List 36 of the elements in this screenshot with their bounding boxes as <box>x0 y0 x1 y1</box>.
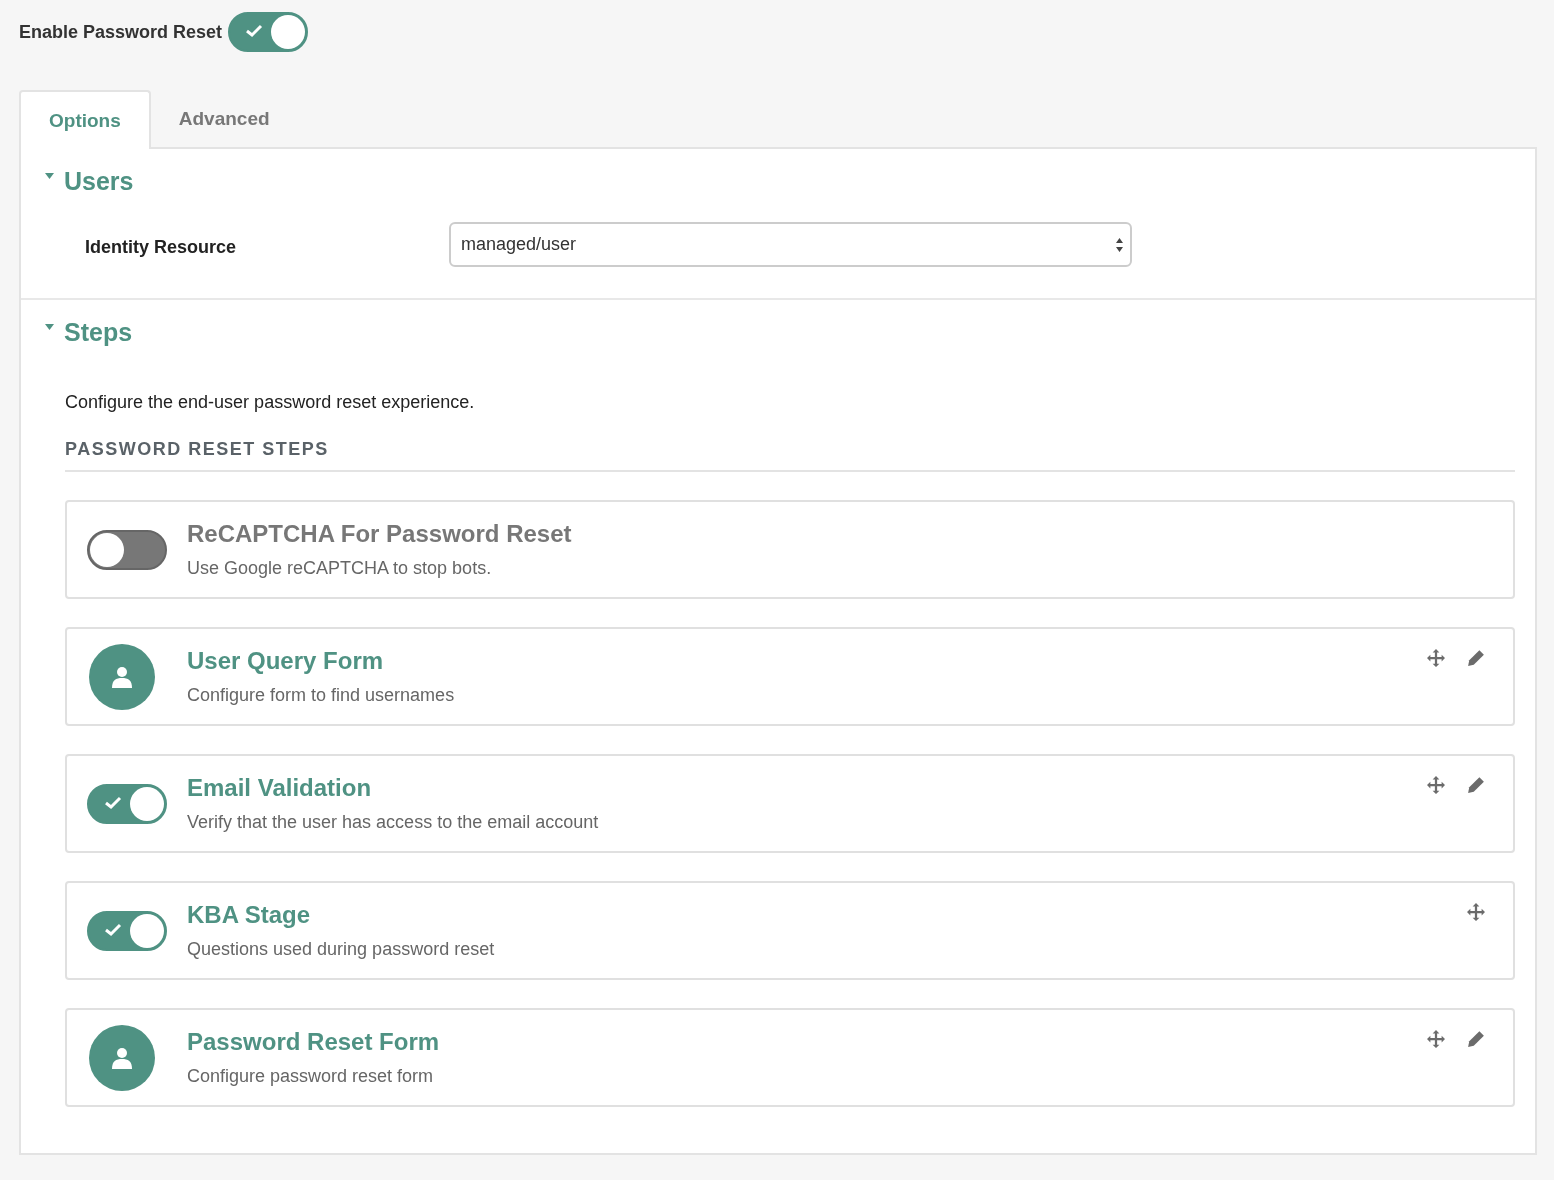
section-title: Users <box>64 166 134 196</box>
enable-label: Enable Password Reset <box>19 21 223 43</box>
step-description: Questions used during password reset <box>187 939 495 960</box>
tab[interactable]: Advanced <box>150 90 298 147</box>
field-label: Identity Resource <box>85 237 238 259</box>
step-title: Email Validation <box>187 774 373 802</box>
step-toggle[interactable] <box>87 529 167 570</box>
caret-icon[interactable] <box>45 324 54 330</box>
caret-icon[interactable] <box>45 173 54 179</box>
step-title: KBA Stage <box>187 901 312 929</box>
check-icon <box>245 24 264 38</box>
steps-heading: PASSWORD RESET STEPS <box>65 439 1515 472</box>
check-icon <box>104 922 122 937</box>
pencil-icon[interactable] <box>1467 776 1485 794</box>
section-title: Steps <box>64 317 133 347</box>
tab[interactable]: Options <box>19 90 151 149</box>
step-description: Verify that the user has access to the email account <box>187 812 599 833</box>
move-icon[interactable] <box>1427 649 1445 667</box>
section-description: Configure the end-user password reset experience. <box>65 392 476 413</box>
move-icon[interactable] <box>1427 776 1445 794</box>
step-title: User Query Form <box>187 647 385 675</box>
move-icon[interactable] <box>1427 1030 1445 1048</box>
step-description: Configure password reset form <box>187 1066 435 1087</box>
step-title: ReCAPTCHA For Password Reset <box>187 520 572 548</box>
enable-toggle[interactable] <box>228 12 309 52</box>
move-icon[interactable] <box>1467 903 1485 921</box>
check-icon <box>104 795 122 810</box>
updown-arrows-icon <box>1115 236 1124 253</box>
step-toggle[interactable] <box>87 783 167 824</box>
pencil-icon[interactable] <box>1467 1030 1485 1048</box>
step-title: Password Reset Form <box>187 1028 440 1056</box>
step-description: Use Google reCAPTCHA to stop bots. <box>187 558 493 579</box>
step-description: Configure form to find usernames <box>187 685 455 706</box>
pencil-icon[interactable] <box>1467 649 1485 667</box>
step-toggle[interactable] <box>87 910 167 951</box>
identity-resource-select[interactable]: managed/user <box>449 222 1132 267</box>
